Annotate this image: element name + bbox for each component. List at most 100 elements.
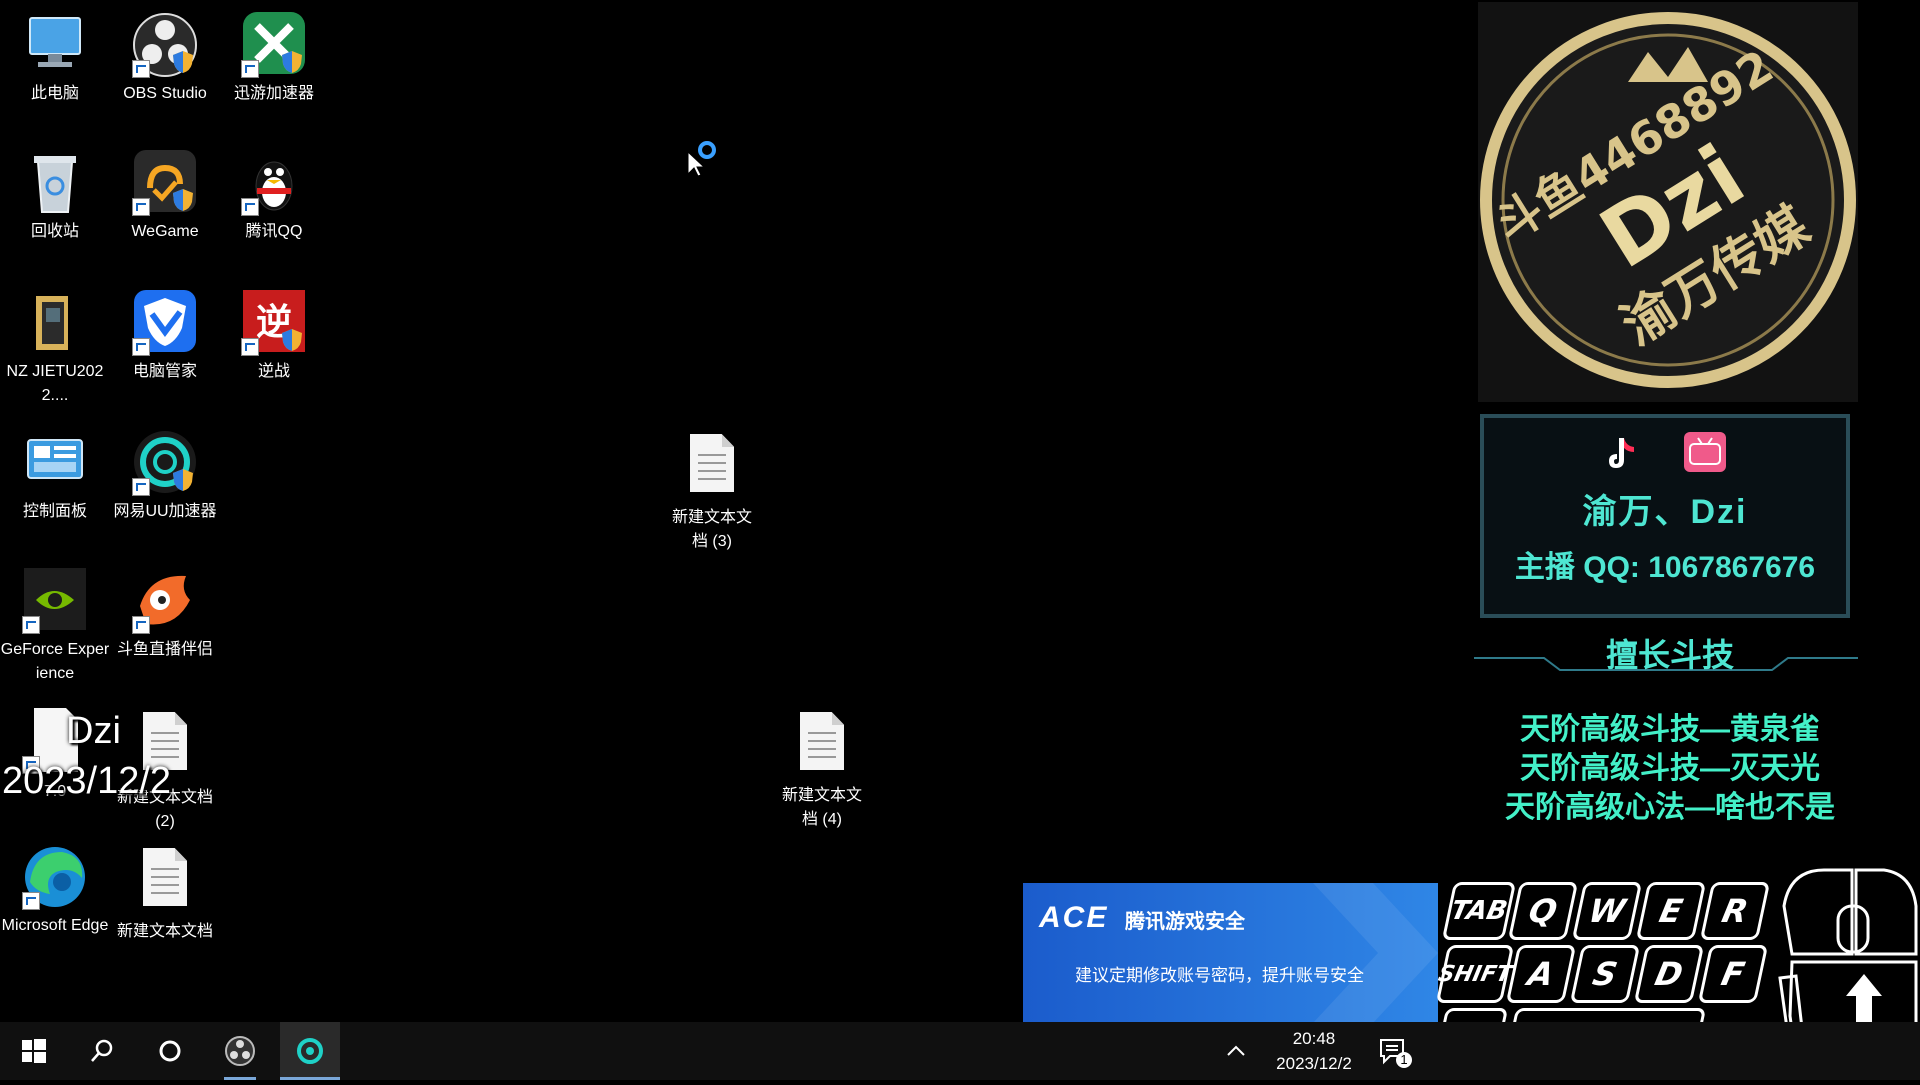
text-document-icon [130, 848, 200, 918]
shortcut-arrow-icon [241, 198, 259, 216]
wegame-icon [130, 148, 200, 218]
section-title: 擅长斗技 [1605, 637, 1734, 673]
uac-shield-icon [173, 469, 193, 491]
desktop-icon-label: 电脑管家 [132, 363, 197, 380]
desktop-icon-new-text-3[interactable]: 新建文本文档 (3) [657, 428, 767, 554]
chevron-up-icon [1227, 1045, 1245, 1056]
shortcut-arrow-icon [132, 198, 150, 216]
clock-time: 20:48 [1292, 1029, 1336, 1048]
desktop-icon-qq[interactable]: 腾讯QQ [219, 148, 329, 244]
uu-booster-icon [130, 428, 200, 498]
desktop-icon-new-text[interactable]: 新建文本文档 [110, 842, 220, 944]
streamer-qq: 主播 QQ: 1067867676 [1514, 551, 1816, 584]
desktop-icon-recycle-bin[interactable]: 回收站 [0, 148, 110, 244]
busy-cursor-icon [686, 140, 720, 177]
desktop-icon-label: 此电脑 [30, 85, 79, 102]
text-document-icon [787, 712, 857, 782]
desktop-icon-nizhan[interactable]: 逆 逆战 [219, 288, 329, 384]
shortcut-arrow-icon [132, 478, 150, 496]
desktop-icon-douyu-companion[interactable]: 斗鱼直播伴侣 [110, 566, 220, 662]
key-f: F [1697, 945, 1769, 1003]
desktop-icon-xunyou[interactable]: 迅游加速器 [219, 10, 329, 106]
desktop-icon-label: WeGame [131, 223, 199, 240]
nizhan-game-icon: 逆 [239, 288, 309, 358]
computer-icon [20, 10, 90, 80]
desktop-icon-label: 回收站 [30, 223, 79, 240]
desktop-icon-uu-booster[interactable]: 网易UU加速器 [110, 428, 220, 524]
desktop-icon-label: 逆战 [257, 363, 290, 380]
desktop-icon-label: 网易UU加速器 [113, 503, 217, 520]
desktop-icon-label: 新建文本文档 [116, 923, 213, 940]
xunyou-icon [239, 10, 309, 80]
search-button[interactable] [72, 1022, 132, 1080]
taskbar: 20:48 2023/12/2 1 [0, 1022, 1920, 1080]
shortcut-arrow-icon [22, 892, 40, 910]
control-panel-icon [20, 428, 90, 498]
desktop-icon-label: Microsoft Edge [1, 917, 109, 934]
key-r: R [1699, 882, 1771, 940]
streamer-name: 渝万、Dzi [1582, 493, 1748, 531]
key-e: E [1635, 882, 1707, 940]
desktop-icon-pc-manager[interactable]: 电脑管家 [110, 288, 220, 384]
desktop-icon-label: 新建文本文档 (4) [781, 787, 862, 828]
shortcut-arrow-icon [132, 616, 150, 634]
key-w: W [1571, 882, 1643, 940]
uac-shield-icon [173, 51, 193, 73]
cortana-button[interactable] [140, 1022, 200, 1080]
recycle-bin-icon [20, 148, 90, 218]
text-document-icon [677, 434, 747, 504]
desktop-icon-edge[interactable]: Microsoft Edge [0, 842, 110, 938]
ace-security-notification[interactable]: ACE 腾讯游戏安全 建议定期修改账号密码，提升账号安全 [1023, 883, 1438, 1023]
desktop-icon-obs[interactable]: OBS Studio [110, 10, 220, 106]
skill-line-2: 天阶高级斗技—灭天光 [1520, 752, 1820, 785]
desktop-icon-label: 新建文本文档 (3) [671, 509, 752, 550]
qq-penguin-icon [239, 148, 309, 218]
uu-booster-icon [297, 1038, 323, 1064]
uac-shield-icon [282, 51, 302, 73]
skill-line-3: 天阶高级心法—啥也不是 [1505, 791, 1835, 824]
desktop-icon-label: 腾讯QQ [245, 223, 303, 240]
pc-manager-icon [130, 288, 200, 358]
search-icon [91, 1039, 113, 1062]
desktop-icon-nz-jietu[interactable]: NZ JIETU2022.... [0, 288, 110, 408]
show-hidden-icons-button[interactable] [1216, 1022, 1256, 1080]
key-a: A [1505, 945, 1577, 1003]
desktop-icon-new-text-4[interactable]: 新建文本文档 (4) [767, 706, 877, 832]
folder-icon [20, 288, 90, 358]
streamer-info-box: 渝万、Dzi 主播 QQ: 1067867676 [1480, 414, 1850, 618]
key-q: Q [1507, 882, 1579, 940]
shortcut-arrow-icon [22, 616, 40, 634]
desktop-icon-control-panel[interactable]: 控制面板 [0, 428, 110, 524]
tiktok-icon [1602, 434, 1642, 474]
cortana-ring-icon [159, 1040, 181, 1062]
key-d: D [1633, 945, 1705, 1003]
taskbar-app-uu[interactable] [280, 1022, 340, 1080]
obs-icon [130, 10, 200, 80]
nvidia-icon [20, 566, 90, 636]
uac-shield-icon [282, 329, 302, 351]
notification-badge: 1 [1396, 1052, 1412, 1068]
ace-title: 腾讯游戏安全 [1125, 911, 1245, 933]
windows-logo-icon [22, 1039, 46, 1063]
desktop-icon-label: 斗鱼直播伴侣 [116, 641, 213, 658]
shortcut-arrow-icon [241, 60, 259, 78]
desktop-icon-label: OBS Studio [123, 85, 207, 102]
key-shift: SHIFT [1435, 945, 1515, 1003]
shortcut-arrow-icon [241, 338, 259, 356]
taskbar-app-obs[interactable] [210, 1022, 270, 1080]
bilibili-icon [1684, 432, 1726, 472]
edge-icon [20, 842, 90, 912]
notification-center-button[interactable]: 1 [1368, 1022, 1418, 1080]
ace-logo: ACE [1039, 901, 1109, 934]
desktop-icon-label: NZ JIETU2022.... [6, 363, 104, 404]
shortcut-arrow-icon [132, 60, 150, 78]
desktop-icon-geforce[interactable]: GeForce Experience [0, 566, 110, 686]
desktop-icon-wegame[interactable]: WeGame [110, 148, 220, 244]
key-s: S [1569, 945, 1641, 1003]
desktop-icon-this-pc[interactable]: 此电脑 [0, 10, 110, 106]
streamer-logo-badge: 斗鱼4468892 Dzi 渝万传媒 [1478, 2, 1858, 402]
overlay-date: 2023/12/2 [2, 760, 172, 802]
taskbar-clock[interactable]: 20:48 2023/12/2 [1262, 1026, 1366, 1076]
start-button[interactable] [4, 1022, 64, 1080]
skill-line-1: 天阶高级斗技—黄泉雀 [1520, 713, 1820, 746]
